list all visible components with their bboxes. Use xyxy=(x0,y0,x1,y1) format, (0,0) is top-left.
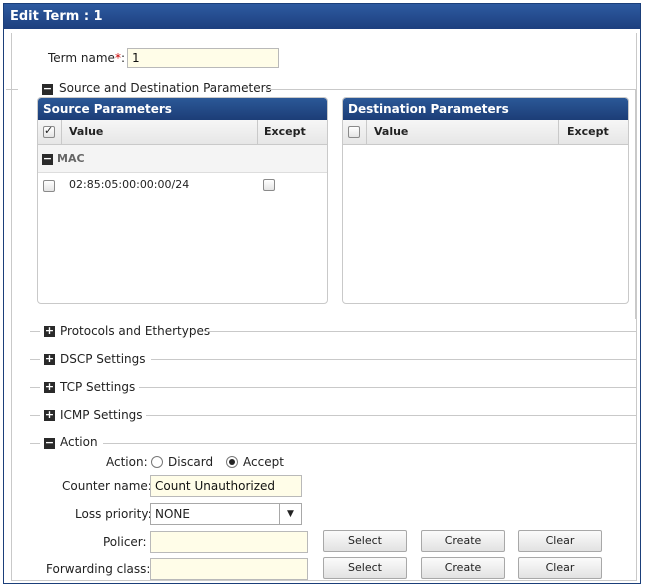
forwarding-clear-button[interactable]: Clear xyxy=(518,557,602,579)
loss-priority-value: NONE xyxy=(155,507,190,521)
fieldset-line xyxy=(266,89,636,90)
source-parameters-panel: Source Parameters Value Except − MAC 02:… xyxy=(37,97,328,304)
counter-name-input[interactable] xyxy=(150,475,302,497)
discard-radio[interactable] xyxy=(151,456,163,468)
section-label: DSCP Settings xyxy=(60,352,146,366)
edit-term-window: Edit Term : 1 Term name*: − Source and D… xyxy=(3,3,641,584)
source-dest-legend: Source and Destination Parameters xyxy=(59,81,272,95)
counter-name-label: Counter name: xyxy=(62,479,152,493)
section-tcp[interactable]: + TCP Settings xyxy=(12,377,636,397)
value-column-label: Value xyxy=(69,125,104,138)
discard-label: Discard xyxy=(168,455,214,469)
section-label: Protocols and Ethertypes xyxy=(60,324,211,338)
action-label: Action: xyxy=(106,455,148,469)
forwarding-create-button[interactable]: Create xyxy=(421,557,505,579)
policer-clear-button[interactable]: Clear xyxy=(518,530,602,552)
section-label: TCP Settings xyxy=(60,380,136,394)
expand-icon[interactable]: + xyxy=(44,381,55,393)
term-name-label: Term name*: xyxy=(48,51,125,65)
mac-group-row[interactable]: − MAC xyxy=(38,145,327,173)
forwarding-class-input[interactable] xyxy=(150,558,308,580)
select-all-checkbox[interactable] xyxy=(348,126,360,138)
except-column-label: Except xyxy=(264,125,306,138)
source-column-header: Value Except xyxy=(38,120,327,145)
collapse-icon[interactable]: − xyxy=(42,83,53,95)
expand-icon[interactable]: + xyxy=(44,409,55,421)
expand-icon[interactable]: + xyxy=(44,325,55,337)
forwarding-select-button[interactable]: Select xyxy=(323,557,407,579)
row-checkbox[interactable] xyxy=(43,180,55,192)
row-except-checkbox[interactable] xyxy=(263,179,275,191)
section-protocols[interactable]: + Protocols and Ethertypes xyxy=(12,321,636,341)
expand-icon[interactable]: + xyxy=(44,353,55,365)
value-column-label: Value xyxy=(374,125,409,138)
policer-select-button[interactable]: Select xyxy=(323,530,407,552)
destination-panel-header: Destination Parameters xyxy=(343,98,628,120)
destination-parameters-panel: Destination Parameters Value Except xyxy=(342,97,629,304)
policer-create-button[interactable]: Create xyxy=(421,530,505,552)
forwarding-class-label: Forwarding class: xyxy=(46,562,151,576)
policer-label: Policer: xyxy=(103,535,147,549)
fieldset-line xyxy=(635,89,636,319)
section-dscp[interactable]: + DSCP Settings xyxy=(12,349,636,369)
form-body: Term name*: − Source and Destination Par… xyxy=(6,33,637,581)
section-label: ICMP Settings xyxy=(60,408,143,422)
term-name-input[interactable] xyxy=(127,48,279,68)
source-panel-header: Source Parameters xyxy=(38,98,327,120)
fieldset-line xyxy=(6,89,18,90)
loss-priority-label: Loss priority: xyxy=(75,507,152,521)
destination-column-header: Value Except xyxy=(343,120,628,145)
select-all-checkbox[interactable] xyxy=(43,124,55,138)
action-legend: Action xyxy=(60,435,98,449)
collapse-icon[interactable]: − xyxy=(44,437,55,449)
collapse-group-icon[interactable]: − xyxy=(42,153,53,165)
accept-label: Accept xyxy=(243,455,284,469)
window-title: Edit Term : 1 xyxy=(4,4,640,29)
loss-priority-select[interactable]: NONE ▼ xyxy=(150,503,302,525)
section-icmp[interactable]: + ICMP Settings xyxy=(12,405,636,425)
except-column-label: Except xyxy=(567,125,609,138)
chevron-down-icon[interactable]: ▼ xyxy=(279,504,301,524)
accept-radio[interactable] xyxy=(226,456,238,468)
mac-group-label: MAC xyxy=(57,152,85,165)
table-row[interactable]: 02:85:05:00:00:00/24 xyxy=(38,173,327,197)
row-value: 02:85:05:00:00:00/24 xyxy=(69,178,190,191)
policer-input[interactable] xyxy=(150,531,308,553)
